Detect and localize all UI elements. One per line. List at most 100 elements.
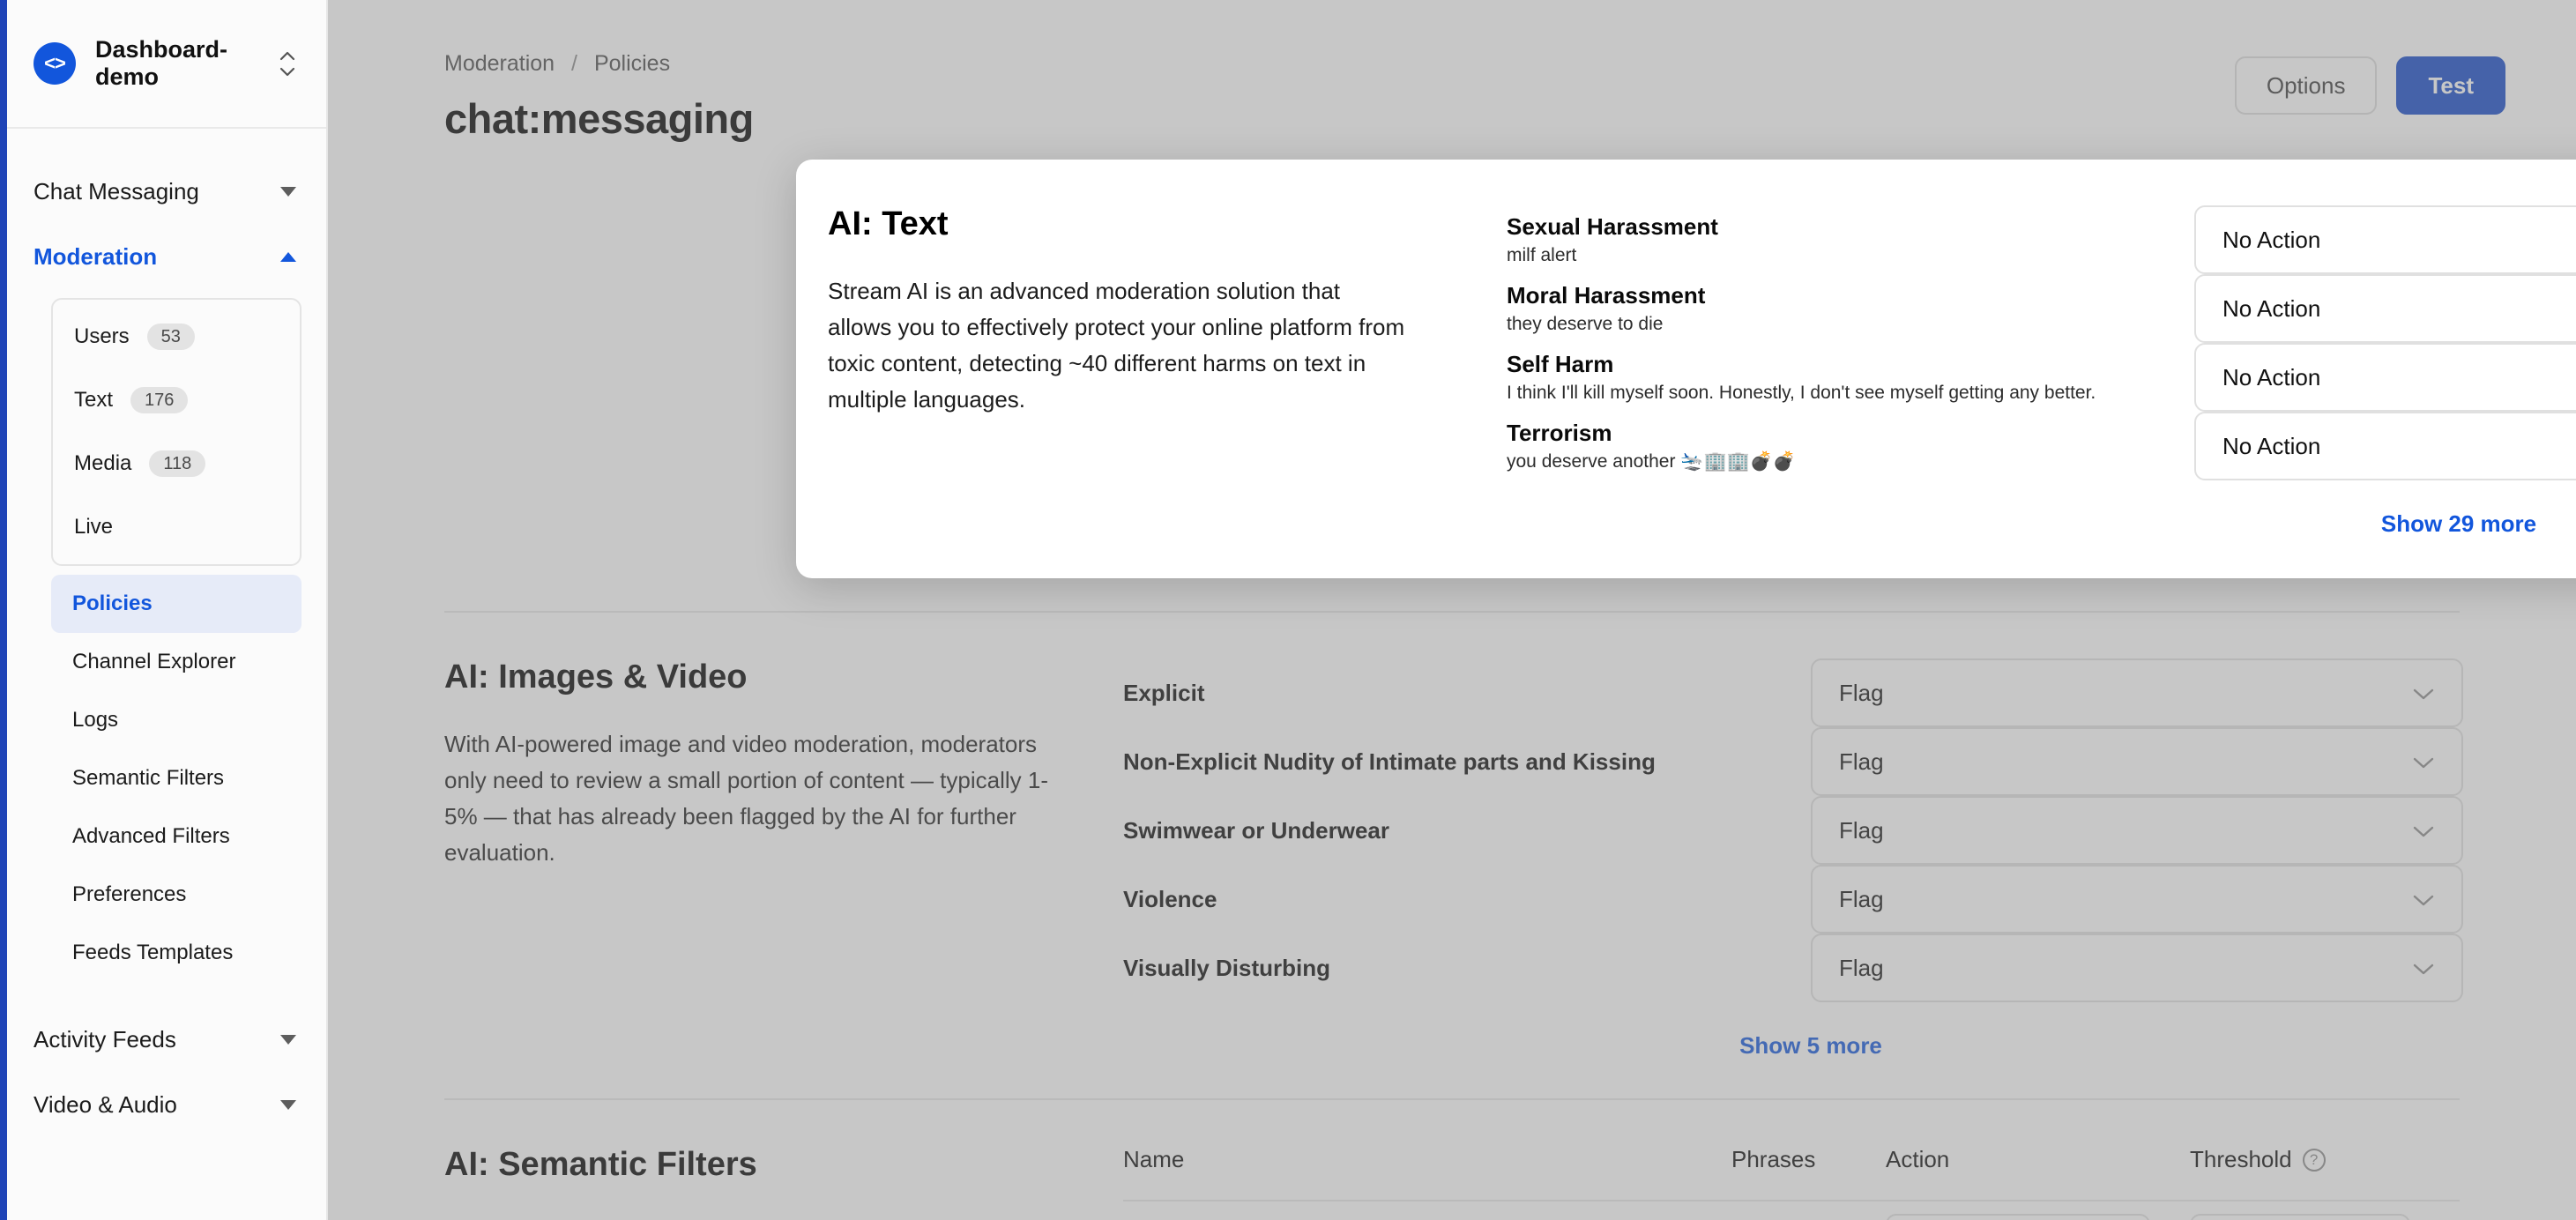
sidebar-group-chat-messaging[interactable]: Chat Messaging bbox=[0, 159, 326, 224]
section-ai-images-video: AI: Images & Video With AI-powered image… bbox=[444, 611, 2460, 1098]
action-select-sexual-harassment[interactable]: No Action bbox=[2194, 205, 2576, 274]
harm-row: Terrorism you deserve another 🛬🏢🏢💣💣 bbox=[1507, 412, 2159, 480]
section-title: AI: Semantic Filters bbox=[444, 1146, 1123, 1184]
sidebar-group-label: Chat Messaging bbox=[34, 178, 199, 205]
harm-label: Non-Explicit Nudity of Intimate parts an… bbox=[1123, 727, 1776, 796]
harm-row: Sexual Harassment milf alert bbox=[1507, 205, 2159, 274]
sidebar-item-policies[interactable]: Policies bbox=[51, 575, 302, 633]
action-select-swimwear-underwear[interactable]: Flag bbox=[1811, 796, 2463, 865]
sidebar-group-video-audio[interactable]: Video & Audio bbox=[0, 1072, 326, 1137]
workspace-switcher[interactable]: <> Dashboard-demo bbox=[0, 0, 326, 129]
column-header-phrases: Phrases bbox=[1731, 1146, 1886, 1173]
sidebar-item-label: Policies bbox=[72, 591, 153, 616]
harm-label: Swimwear or Underwear bbox=[1123, 796, 1776, 865]
chevron-down-icon bbox=[280, 1100, 296, 1110]
sidebar-item-users[interactable]: Users 53 bbox=[53, 305, 300, 368]
harm-label: Visually Disturbing bbox=[1123, 934, 1776, 1002]
section-ai-images-video-info: AI: Images & Video With AI-powered image… bbox=[444, 658, 1123, 1060]
main-content: Moderation / Policies chat:messaging Opt… bbox=[328, 0, 2576, 1220]
section-title: AI: Images & Video bbox=[444, 658, 1123, 696]
sidebar-nav: Chat Messaging Moderation Users 53 Text … bbox=[0, 129, 326, 1137]
image-action-selects: Flag Flag Flag bbox=[1776, 658, 2463, 1060]
sidebar-item-label: Semantic Filters bbox=[72, 766, 224, 791]
action-select-value: No Action bbox=[2222, 364, 2320, 391]
breadcrumb-separator: / bbox=[571, 51, 577, 76]
text-harm-list: Sexual Harassment milf alert Moral Haras… bbox=[1507, 205, 2159, 538]
sidebar-item-label: Feeds Templates bbox=[72, 941, 233, 965]
chevron-down-icon bbox=[2412, 680, 2435, 707]
chevron-up-icon bbox=[280, 252, 296, 262]
action-select-non-explicit-nudity[interactable]: Flag bbox=[1811, 727, 2463, 796]
chevron-down-icon bbox=[280, 187, 296, 197]
spotlight-card-ai-text: AI: Text Stream AI is an advanced modera… bbox=[796, 160, 2576, 578]
page-title: chat:messaging bbox=[444, 94, 754, 143]
column-header-threshold: Threshold ? bbox=[2190, 1146, 2472, 1173]
workspace-name: Dashboard-demo bbox=[95, 36, 259, 91]
harm-sample-text: you deserve another 🛬🏢🏢💣💣 bbox=[1507, 451, 2159, 472]
sidebar-item-semantic-filters[interactable]: Semantic Filters bbox=[51, 749, 302, 807]
table-row: suicidal comments 2 Block bbox=[1123, 1200, 2460, 1220]
chevron-down-icon bbox=[2412, 886, 2435, 913]
section-ai-semantic-filters-info: AI: Semantic Filters Semantic filters an… bbox=[444, 1146, 1123, 1220]
sidebar-item-advanced-filters[interactable]: Advanced Filters bbox=[51, 807, 302, 866]
breadcrumb: Moderation / Policies bbox=[444, 51, 754, 77]
help-icon[interactable]: ? bbox=[2303, 1149, 2326, 1172]
breadcrumb-current[interactable]: Policies bbox=[594, 51, 670, 76]
media-count-badge: 118 bbox=[149, 450, 205, 477]
harm-name: Terrorism bbox=[1507, 420, 2159, 447]
action-select-moral-harassment[interactable]: No Action bbox=[2194, 274, 2576, 343]
section-title: AI: Text bbox=[828, 205, 1507, 243]
action-select-self-harm[interactable]: No Action bbox=[2194, 343, 2576, 412]
sidebar-group-moderation[interactable]: Moderation bbox=[0, 224, 326, 289]
sidebar-item-label: Channel Explorer bbox=[72, 650, 235, 674]
sidebar-item-label: Live bbox=[74, 515, 113, 539]
sidebar-group-label: Activity Feeds bbox=[34, 1026, 176, 1053]
action-select-value: Flag bbox=[1839, 748, 1884, 776]
action-select-value: Flag bbox=[1839, 955, 1884, 982]
action-select-value: No Action bbox=[2222, 433, 2320, 460]
column-header-action: Action bbox=[1886, 1146, 2190, 1173]
sidebar-item-feeds-templates[interactable]: Feeds Templates bbox=[51, 924, 302, 982]
column-header-name: Name bbox=[1123, 1146, 1731, 1173]
sidebar-group-label: Moderation bbox=[34, 243, 157, 271]
image-harm-list: Explicit Non-Explicit Nudity of Intimate… bbox=[1123, 658, 1776, 1060]
harm-label: Explicit bbox=[1123, 658, 1776, 727]
chevron-down-icon bbox=[2412, 817, 2435, 844]
semantic-filters-table: Name Phrases Action Threshold ? suicidal… bbox=[1123, 1146, 2460, 1220]
sidebar-item-label: Advanced Filters bbox=[72, 824, 230, 849]
action-select-visually-disturbing[interactable]: Flag bbox=[1811, 934, 2463, 1002]
action-select-value: No Action bbox=[2222, 227, 2320, 254]
page-header-left: Moderation / Policies chat:messaging bbox=[444, 51, 754, 143]
action-select-violence[interactable]: Flag bbox=[1811, 865, 2463, 934]
sidebar-item-channel-explorer[interactable]: Channel Explorer bbox=[51, 633, 302, 691]
section-description: With AI-powered image and video moderati… bbox=[444, 726, 1061, 871]
filter-action-select[interactable]: Block bbox=[1886, 1214, 2150, 1220]
sidebar-item-live[interactable]: Live bbox=[53, 495, 300, 559]
sidebar-group-activity-feeds[interactable]: Activity Feeds bbox=[0, 1007, 326, 1072]
harm-label: Violence bbox=[1123, 865, 1776, 934]
column-header-threshold-label: Threshold bbox=[2190, 1146, 2292, 1173]
show-more-text-link[interactable]: Show 29 more bbox=[2194, 480, 2576, 538]
text-action-selects: No Action No Action No Action bbox=[2159, 205, 2576, 538]
filter-threshold-input[interactable]: 0,5 bbox=[2190, 1214, 2410, 1220]
test-button[interactable]: Test bbox=[2396, 56, 2505, 115]
show-more-images-link[interactable]: Show 5 more bbox=[1158, 1002, 2463, 1060]
action-select-explicit[interactable]: Flag bbox=[1811, 658, 2463, 727]
section-ai-text-info: AI: Text Stream AI is an advanced modera… bbox=[828, 205, 1507, 538]
sidebar-item-text[interactable]: Text 176 bbox=[53, 368, 300, 432]
breadcrumb-parent[interactable]: Moderation bbox=[444, 51, 555, 76]
section-description: Stream AI is an advanced moderation solu… bbox=[828, 273, 1410, 418]
action-select-value: No Action bbox=[2222, 295, 2320, 323]
harm-row: Moral Harassment they deserve to die bbox=[1507, 274, 2159, 343]
harm-name: Moral Harassment bbox=[1507, 282, 2159, 309]
options-button[interactable]: Options bbox=[2235, 56, 2378, 115]
chevron-down-icon bbox=[2412, 955, 2435, 982]
sidebar-item-logs[interactable]: Logs bbox=[51, 691, 302, 749]
section-description: Semantic filters analyze the meaning of … bbox=[444, 1214, 1061, 1220]
sidebar-item-media[interactable]: Media 118 bbox=[53, 432, 300, 495]
chevron-updown-icon[interactable] bbox=[279, 51, 296, 77]
sidebar-item-label: Logs bbox=[72, 708, 118, 733]
action-select-terrorism[interactable]: No Action bbox=[2194, 412, 2576, 480]
sidebar-item-preferences[interactable]: Preferences bbox=[51, 866, 302, 924]
moderation-queues: Users 53 Text 176 Media 118 Live bbox=[51, 298, 302, 566]
